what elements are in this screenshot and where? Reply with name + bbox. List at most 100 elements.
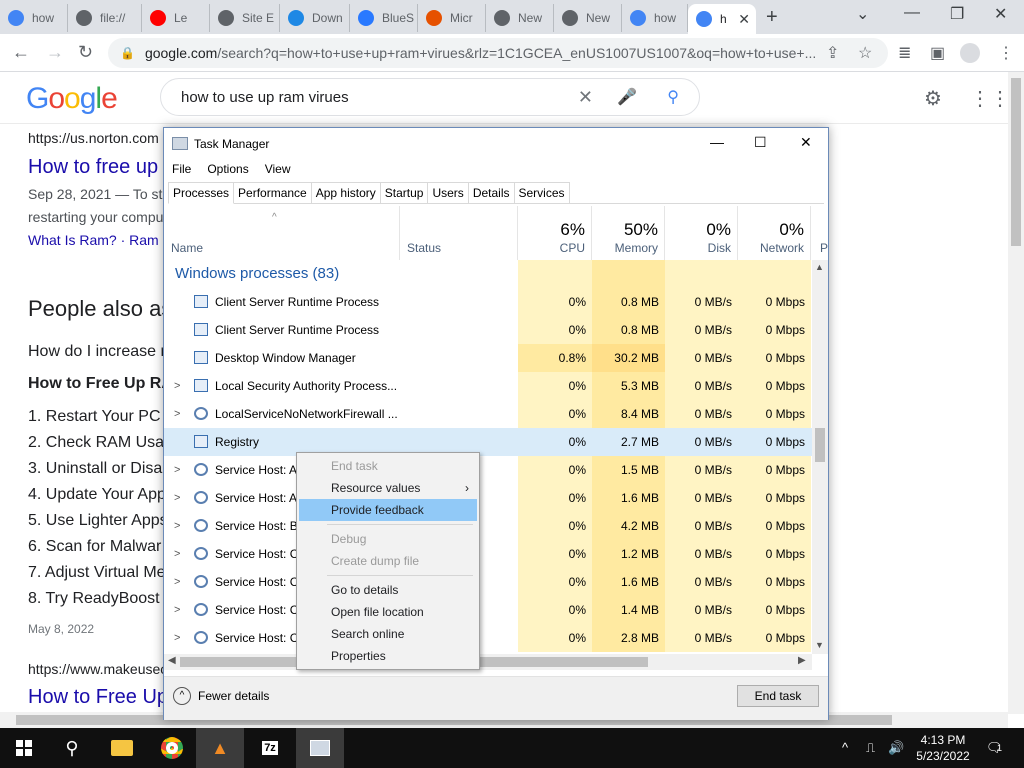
volume-icon[interactable]: 🔊 — [888, 740, 904, 756]
clock[interactable]: 4:13 PM 5/23/2022 — [908, 732, 978, 764]
search-query[interactable]: how to use up ram virues — [181, 89, 349, 106]
process-row[interactable]: > Service Host: Ba 0% 4.2 MB 0 MB/s 0 Mbps — [164, 512, 812, 540]
profile-avatar[interactable] — [960, 43, 980, 63]
google-logo[interactable]: Google — [26, 82, 118, 116]
tm-horizontal-scrollbar[interactable]: ◀ ▶ — [164, 654, 812, 670]
chrome-button[interactable] — [148, 728, 196, 768]
menu-item-search-online[interactable]: Search online — [299, 623, 477, 645]
address-bar[interactable]: 🔒 google.com/search?q=how+to+use+up+ram+… — [108, 38, 888, 68]
process-row[interactable]: > Service Host: C 0% 1.2 MB 0 MB/s 0 Mbps — [164, 540, 812, 568]
7zip-button[interactable]: 7z — [246, 728, 294, 768]
chevron-right-icon[interactable]: > — [174, 372, 180, 400]
scroll-left-icon[interactable]: ◀ — [168, 655, 176, 666]
tab-search-icon[interactable]: ⌄ — [856, 4, 869, 24]
browser-tab[interactable]: New — [554, 4, 622, 32]
close-tab-icon[interactable]: ✕ — [738, 11, 750, 28]
file-explorer-button[interactable] — [98, 728, 146, 768]
scroll-down-icon[interactable]: ▼ — [815, 640, 824, 650]
column-cpu[interactable]: 6% CPU — [518, 206, 592, 260]
google-search-box[interactable]: how to use up ram virues ✕ 🎤 ⚲ — [160, 78, 700, 116]
maximize-icon[interactable]: ☐ — [754, 134, 767, 151]
process-row[interactable]: > LocalServiceNoNetworkFirewall ... 0% 8.4 … — [164, 400, 812, 428]
process-row[interactable]: > Service Host: C 0% 2.8 MB 0 MB/s 0 Mbps — [164, 624, 812, 652]
apps-grid-icon[interactable]: ⋮⋮ — [970, 86, 1010, 111]
tab-users[interactable]: Users — [427, 182, 469, 203]
start-button[interactable] — [0, 728, 48, 768]
process-row[interactable]: > Service Host: C 0% 1.4 MB 0 MB/s 0 Mbps — [164, 596, 812, 624]
column-disk[interactable]: 0% Disk — [665, 206, 738, 260]
vlc-button[interactable]: ▲ — [196, 728, 244, 768]
back-icon[interactable]: ← — [12, 42, 30, 63]
result-title[interactable]: How to free up — [28, 156, 158, 179]
process-row[interactable]: Registry 0% 2.7 MB 0 MB/s 0 Mbps — [164, 428, 812, 456]
chevron-up-icon[interactable]: ^ — [173, 687, 191, 705]
column-memory[interactable]: 50% Memory — [592, 206, 665, 260]
group-row[interactable]: Windows processes (83) — [164, 260, 812, 288]
chrome-menu-icon[interactable]: ⋮ — [998, 43, 1014, 63]
scroll-up-icon[interactable]: ▲ — [815, 262, 824, 272]
tm-vertical-scrollbar[interactable]: ▲ ▼ — [812, 260, 828, 654]
mic-icon[interactable]: 🎤 — [617, 87, 637, 107]
tab-services[interactable]: Services — [513, 182, 570, 203]
fewer-details-link[interactable]: Fewer details — [198, 689, 269, 703]
chevron-right-icon[interactable]: > — [174, 624, 180, 652]
process-row[interactable]: Client Server Runtime Process 0% 0.8 MB 0 M… — [164, 316, 812, 344]
tab-processes[interactable]: Processes — [168, 182, 235, 204]
menu-file[interactable]: File — [164, 160, 199, 180]
menu-view[interactable]: View — [257, 160, 299, 180]
process-row[interactable]: Client Server Runtime Process 0% 0.8 MB 0 M… — [164, 288, 812, 316]
browser-tab[interactable]: Micr — [418, 4, 486, 32]
menu-item-resource-values[interactable]: Resource values › — [299, 477, 477, 499]
tab-app-history[interactable]: App history — [310, 182, 381, 203]
paa-question[interactable]: How do I increase r — [28, 343, 166, 361]
browser-tab[interactable]: h ✕ — [688, 4, 756, 34]
process-row[interactable]: > Service Host: C 0% 1.6 MB 0 MB/s 0 Mbps — [164, 568, 812, 596]
browser-tab[interactable]: New — [486, 4, 554, 32]
search-icon[interactable]: ⚲ — [667, 87, 679, 107]
lock-icon[interactable]: 🔒 — [120, 46, 135, 60]
reload-icon[interactable]: ↻ — [78, 42, 93, 63]
menu-item-go-to-details[interactable]: Go to details — [299, 579, 477, 601]
search-button[interactable]: ⚲ — [48, 728, 96, 768]
browser-tab[interactable]: BlueS — [350, 4, 418, 32]
tab-performance[interactable]: Performance — [233, 182, 312, 203]
scroll-right-icon[interactable]: ▶ — [798, 655, 806, 666]
close-window-icon[interactable]: ✕ — [994, 4, 1007, 24]
chevron-right-icon[interactable]: > — [174, 456, 180, 484]
side-panel-icon[interactable]: ▣ — [930, 43, 945, 63]
browser-tab[interactable]: Down — [280, 4, 350, 32]
tab-details[interactable]: Details — [467, 182, 515, 203]
browser-tab[interactable]: Site E — [210, 4, 280, 32]
browser-tab[interactable]: how — [0, 4, 68, 32]
result-url[interactable]: https://us.norton.com — [28, 130, 159, 146]
chevron-right-icon[interactable]: > — [174, 400, 180, 428]
restore-icon[interactable]: ❐ — [950, 4, 964, 24]
result-url[interactable]: https://www.makeuseo — [28, 661, 168, 677]
chevron-right-icon[interactable]: > — [174, 484, 180, 512]
share-icon[interactable]: ⇪ — [826, 43, 839, 63]
new-tab-button[interactable]: + — [766, 6, 778, 29]
bookmark-star-icon[interactable]: ☆ — [858, 43, 872, 63]
chevron-right-icon[interactable]: > — [174, 540, 180, 568]
column-name[interactable]: ^ Name — [164, 206, 400, 260]
page-vertical-scrollbar[interactable] — [1008, 72, 1024, 714]
chevron-right-icon[interactable]: > — [174, 596, 180, 624]
clear-icon[interactable]: ✕ — [578, 87, 593, 108]
reading-list-icon[interactable]: ≣ — [898, 43, 911, 63]
task-manager-taskbar-button[interactable] — [296, 728, 344, 768]
process-row[interactable]: Desktop Window Manager 0.8% 30.2 MB 0 MB/s 0… — [164, 344, 812, 372]
column-network[interactable]: 0% Network — [738, 206, 811, 260]
tab-startup[interactable]: Startup — [379, 182, 429, 203]
tm-titlebar[interactable]: Task Manager — ☐ ✕ — [164, 128, 828, 160]
menu-item-provide-feedback[interactable]: Provide feedback — [299, 499, 477, 521]
scroll-thumb[interactable] — [1011, 78, 1021, 246]
process-row[interactable]: > Service Host: A 0% 1.5 MB 0 MB/s 0 Mbps — [164, 456, 812, 484]
menu-item-properties[interactable]: Properties — [299, 645, 477, 667]
minimize-icon[interactable]: — — [710, 134, 724, 150]
forward-icon[interactable]: → — [46, 42, 64, 63]
process-row[interactable]: > Service Host: A 0% 1.6 MB 0 MB/s 0 Mbps — [164, 484, 812, 512]
chevron-right-icon[interactable]: > — [174, 568, 180, 596]
column-power[interactable]: P — [812, 206, 828, 260]
chevron-right-icon[interactable]: > — [174, 512, 180, 540]
scroll-thumb[interactable] — [815, 428, 825, 462]
